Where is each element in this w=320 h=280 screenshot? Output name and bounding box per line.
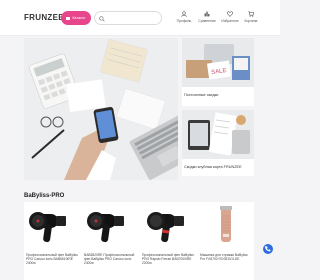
- chat-button[interactable]: [263, 244, 273, 254]
- search-box[interactable]: [94, 11, 162, 25]
- hair-dryer-image: [147, 212, 184, 243]
- nav-favorites-label: Избранное: [221, 19, 239, 23]
- catalog-button[interactable]: Каталог: [61, 11, 91, 25]
- promo-card-club-card[interactable]: Скидки клубная карта FRUNZEE: [182, 110, 254, 176]
- nav-cart[interactable]: Корзина: [240, 11, 262, 27]
- user-icon: [181, 11, 187, 17]
- phone-icon: [265, 246, 271, 252]
- nav-cart-label: Корзина: [244, 19, 258, 23]
- promo-image-sale: SALE: [182, 38, 254, 87]
- nav-compare-label: Сравнение: [198, 19, 216, 23]
- search-icon: [99, 15, 105, 22]
- product-name[interactable]: Профессиональный фен BaByliss PRO Rapido…: [142, 253, 194, 265]
- section-title[interactable]: BaByliss-PRO: [24, 193, 64, 199]
- heart-icon: [227, 11, 233, 17]
- promo-image-club: [182, 110, 254, 159]
- site-header: FRUNZEE Каталог Профиль Сравнение Избран…: [0, 0, 280, 36]
- compare-icon: [204, 11, 210, 17]
- hero-banner[interactable]: [24, 38, 178, 180]
- product-name[interactable]: Машинка для стрижки BaByliss Pro FX8700 …: [200, 253, 252, 261]
- nav-compare[interactable]: Сравнение: [196, 11, 218, 27]
- site-logo[interactable]: FRUNZEE: [24, 13, 64, 22]
- product-card[interactable]: Профессиональный фен BaByliss PRO Rapido…: [140, 202, 194, 280]
- nav-favorites[interactable]: Избранное: [219, 11, 241, 27]
- cart-icon: [248, 11, 254, 17]
- product-name[interactable]: Профессиональный фен BaByliss PRO Caruso…: [26, 253, 78, 265]
- product-card[interactable]: Профессиональный фен BaByliss PRO Caruso…: [24, 202, 78, 280]
- hair-clipper-image: [220, 206, 232, 242]
- catalog-button-label: Каталог: [72, 16, 86, 20]
- search-input[interactable]: [106, 14, 156, 23]
- product-carousel: Профессиональный фен BaByliss PRO Caruso…: [24, 202, 254, 280]
- promo-card-caption: Скидки клубная карта FRUNZEE: [184, 165, 242, 169]
- promo-card-permanent-discounts[interactable]: SALE Постоянные скидки: [182, 38, 254, 106]
- hair-dryer-image: [87, 212, 124, 243]
- product-card[interactable]: BAB6520RE Профессиональный фен BaByliss …: [82, 202, 136, 280]
- menu-icon: [66, 16, 71, 20]
- product-card[interactable]: Машинка для стрижки BaByliss Pro FX8700 …: [198, 202, 252, 280]
- hair-dryer-image: [29, 212, 66, 243]
- product-name[interactable]: BAB6520RE Профессиональный фен BaByliss …: [84, 253, 136, 265]
- nav-profile[interactable]: Профиль: [173, 11, 195, 27]
- promo-card-caption: Постоянные скидки: [184, 93, 219, 97]
- nav-profile-label: Профиль: [176, 19, 192, 23]
- desk-scene-image: [24, 38, 178, 180]
